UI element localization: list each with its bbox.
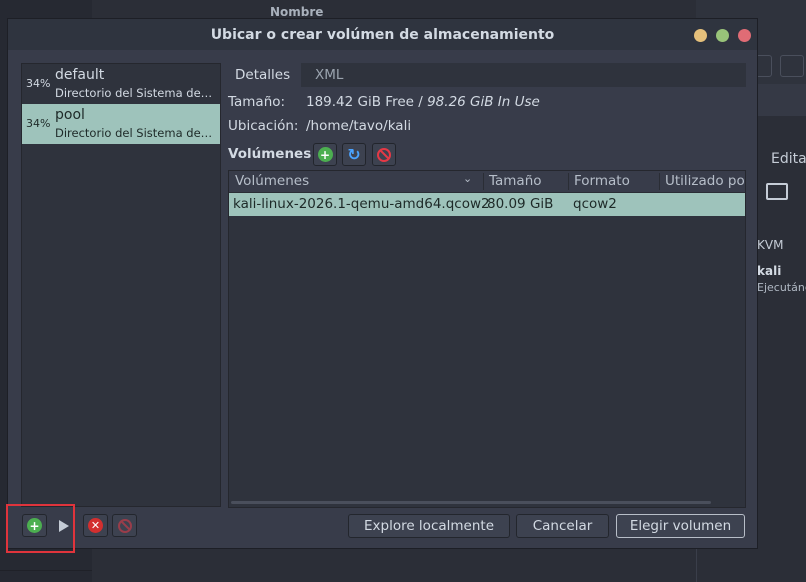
- browse-local-button[interactable]: Explore localmente: [348, 514, 510, 538]
- close-button[interactable]: [738, 29, 751, 42]
- choose-volume-button[interactable]: Elegir volumen: [616, 514, 745, 538]
- volumes-label: Volúmenes: [228, 146, 312, 162]
- volume-table: Volúmenes ⌄ Tamaño Formato Utilizado po k…: [228, 170, 746, 508]
- column-header-volumes[interactable]: Volúmenes ⌄: [235, 172, 472, 189]
- volume-name: kali-linux-2026.1-qemu-amd64.qcow2: [233, 196, 490, 212]
- background-edit-label: Edita: [771, 151, 806, 167]
- pool-description: Directorio del Sistema de archivos: [55, 126, 215, 140]
- volume-table-header: Volúmenes ⌄ Tamaño Formato Utilizado po: [229, 171, 745, 193]
- minimize-button[interactable]: [694, 29, 707, 42]
- chevron-down-icon: ⌄: [463, 172, 473, 185]
- size-value: 189.42 GiB Free / 98.26 GiB In Use: [306, 94, 540, 110]
- table-row[interactable]: kali-linux-2026.1-qemu-amd64.qcow2 80.09…: [229, 193, 745, 216]
- stop-icon: [117, 518, 132, 533]
- refresh-volumes-button[interactable]: ↻: [342, 143, 366, 166]
- delete-volume-button[interactable]: [372, 143, 396, 166]
- plus-icon: +: [317, 147, 333, 162]
- column-header-size[interactable]: Tamaño: [489, 173, 542, 189]
- dialog-titlebar[interactable]: Ubicar o crear volúmen de almacenamiento: [8, 19, 757, 50]
- storage-volume-dialog: Ubicar o crear volúmen de almacenamiento…: [7, 18, 758, 549]
- pool-name: default: [55, 67, 105, 83]
- add-volume-button[interactable]: +: [313, 143, 337, 166]
- size-in-use: 98.26 GiB In Use: [427, 94, 540, 110]
- delete-pool-button[interactable]: ✕: [83, 514, 108, 537]
- volume-size: 80.09 GiB: [487, 196, 554, 212]
- size-label: Tamaño:: [228, 94, 286, 110]
- refresh-icon: ↻: [347, 144, 361, 164]
- size-separator: /: [413, 94, 428, 110]
- background-menu-button[interactable]: [780, 55, 804, 77]
- cancel-button[interactable]: Cancelar: [516, 514, 609, 538]
- tab-details[interactable]: Detalles: [223, 63, 301, 87]
- background-vm-status: Ejecutánc: [757, 281, 806, 294]
- column-header-format[interactable]: Formato: [574, 173, 630, 189]
- background-kvm-label: KVM: [757, 238, 784, 252]
- pool-item-pool[interactable]: 34% pool Directorio del Sistema de archi…: [22, 104, 220, 144]
- background-column-header: Nombre: [270, 5, 324, 19]
- x-icon: ✕: [88, 518, 103, 533]
- pool-description: Directorio del Sistema de archivos: [55, 86, 215, 100]
- maximize-button[interactable]: [716, 29, 729, 42]
- monitor-icon: [766, 183, 788, 200]
- dialog-title: Ubicar o crear volúmen de almacenamiento: [210, 27, 555, 43]
- pool-usage-percent: 34%: [26, 117, 51, 130]
- volume-format: qcow2: [573, 196, 617, 212]
- storage-pool-list: 34% default Directorio del Sistema de ar…: [21, 63, 221, 507]
- location-value: /home/tavo/kali: [306, 118, 412, 134]
- background-vm-name[interactable]: kali: [757, 264, 781, 278]
- pool-usage-percent: 34%: [26, 77, 51, 90]
- stop-pool-button[interactable]: [112, 514, 137, 537]
- size-free: 189.42 GiB Free: [306, 94, 414, 110]
- stop-icon: [377, 147, 391, 162]
- tab-xml[interactable]: XML: [303, 63, 355, 87]
- pool-name: pool: [55, 107, 85, 123]
- horizontal-scrollbar[interactable]: [231, 501, 711, 504]
- pool-item-default[interactable]: 34% default Directorio del Sistema de ar…: [22, 64, 220, 104]
- tab-bar: Detalles XML: [223, 63, 746, 87]
- column-header-used-by[interactable]: Utilizado po: [665, 173, 745, 189]
- highlight-annotation-box: [6, 504, 75, 553]
- location-label: Ubicación:: [228, 118, 299, 134]
